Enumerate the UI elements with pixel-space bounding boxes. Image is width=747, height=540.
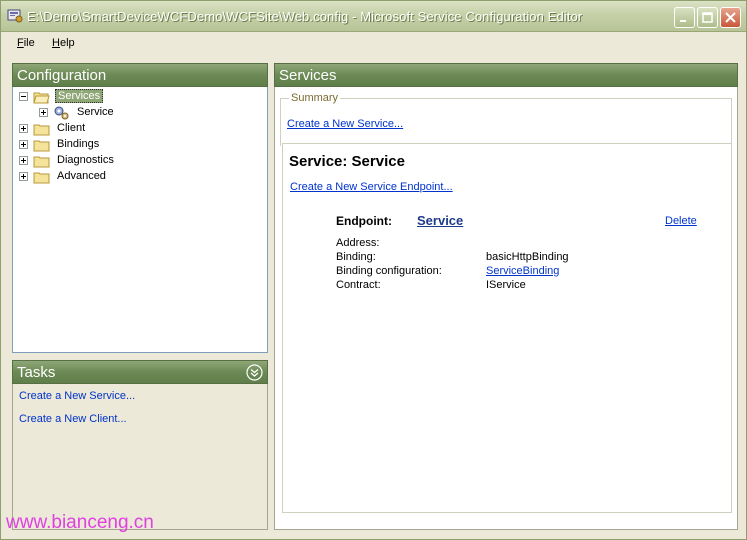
delete-endpoint-link[interactable]: Delete <box>665 215 697 227</box>
app-config-icon <box>7 9 23 23</box>
watermark-text: www.bianceng.cn <box>6 512 154 533</box>
expand-icon[interactable] <box>19 172 28 181</box>
menu-file[interactable]: File <box>17 37 35 49</box>
prop-binding-label: Binding: <box>336 251 376 263</box>
service-gear-icon <box>54 106 69 120</box>
folder-icon <box>33 140 50 152</box>
title-bar[interactable]: E:\Demo\SmartDeviceWCFDemo\WCFSite\Web.c… <box>1 1 746 32</box>
service-section: Service: Service Create a New Service En… <box>282 143 732 513</box>
tasks-title: Tasks <box>17 364 56 381</box>
endpoint-name-link[interactable]: Service <box>417 213 463 228</box>
task-create-client-link[interactable]: Create a New Client... <box>19 413 127 425</box>
tree-item-client[interactable]: Client <box>19 121 219 137</box>
folder-icon <box>33 124 50 136</box>
open-folder-icon <box>33 92 50 104</box>
collapse-chevron-icon[interactable] <box>246 364 263 381</box>
summary-legend: Summary <box>289 92 341 104</box>
tree-item-services[interactable]: Services <box>19 89 219 105</box>
binding-configuration-link[interactable]: ServiceBinding <box>486 265 559 277</box>
expand-icon[interactable] <box>19 140 28 149</box>
folder-icon <box>33 156 50 168</box>
minimize-icon <box>680 20 686 22</box>
tree-item-label: Client <box>57 122 86 134</box>
tree-item-diagnostics[interactable]: Diagnostics <box>19 153 219 169</box>
service-title: Service: Service <box>289 153 405 170</box>
tree-item-label: Services <box>55 89 104 103</box>
create-service-link[interactable]: Create a New Service... <box>287 118 403 130</box>
prop-contract-label: Contract: <box>336 279 381 291</box>
prop-contract-value: IService <box>486 279 526 291</box>
prop-binding-config-label: Binding configuration: <box>336 265 442 277</box>
expand-icon[interactable] <box>19 124 28 133</box>
task-create-service-link[interactable]: Create a New Service... <box>19 390 135 402</box>
menu-bar: File Help <box>1 33 746 54</box>
minimize-button[interactable] <box>674 7 695 28</box>
create-endpoint-link[interactable]: Create a New Service Endpoint... <box>290 181 453 193</box>
tree-item-service[interactable]: Service <box>39 105 239 121</box>
tree-item-label: Service <box>77 106 114 118</box>
configuration-tree[interactable]: Services Service Client Bindings Diagnos… <box>12 87 268 353</box>
endpoint-label: Endpoint: <box>336 214 392 228</box>
prop-binding-value: basicHttpBinding <box>486 251 569 263</box>
tasks-header: Tasks <box>12 360 268 384</box>
close-icon <box>725 12 736 23</box>
services-header: Services <box>274 63 738 87</box>
close-button[interactable] <box>720 7 741 28</box>
maximize-button[interactable] <box>697 7 718 28</box>
menu-help[interactable]: Help <box>52 37 75 49</box>
window-title: E:\Demo\SmartDeviceWCFDemo\WCFSite\Web.c… <box>27 9 583 24</box>
tree-item-label: Advanced <box>57 170 106 182</box>
maximize-icon <box>702 12 713 23</box>
prop-address-label: Address: <box>336 237 380 249</box>
tree-item-advanced[interactable]: Advanced <box>19 169 219 185</box>
folder-icon <box>33 172 50 184</box>
tasks-panel: Create a New Service... Create a New Cli… <box>12 384 268 530</box>
collapse-icon[interactable] <box>19 92 28 101</box>
summary-group: Summary Create a New Service... <box>280 92 732 146</box>
expand-icon[interactable] <box>39 108 48 117</box>
configuration-header: Configuration <box>12 63 268 87</box>
tree-item-label: Diagnostics <box>57 154 114 166</box>
expand-icon[interactable] <box>19 156 28 165</box>
tree-item-label: Bindings <box>57 138 100 150</box>
services-panel: Summary Create a New Service... Service:… <box>274 87 738 530</box>
app-window: E:\Demo\SmartDeviceWCFDemo\WCFSite\Web.c… <box>0 0 747 540</box>
tree-item-bindings[interactable]: Bindings <box>19 137 219 153</box>
